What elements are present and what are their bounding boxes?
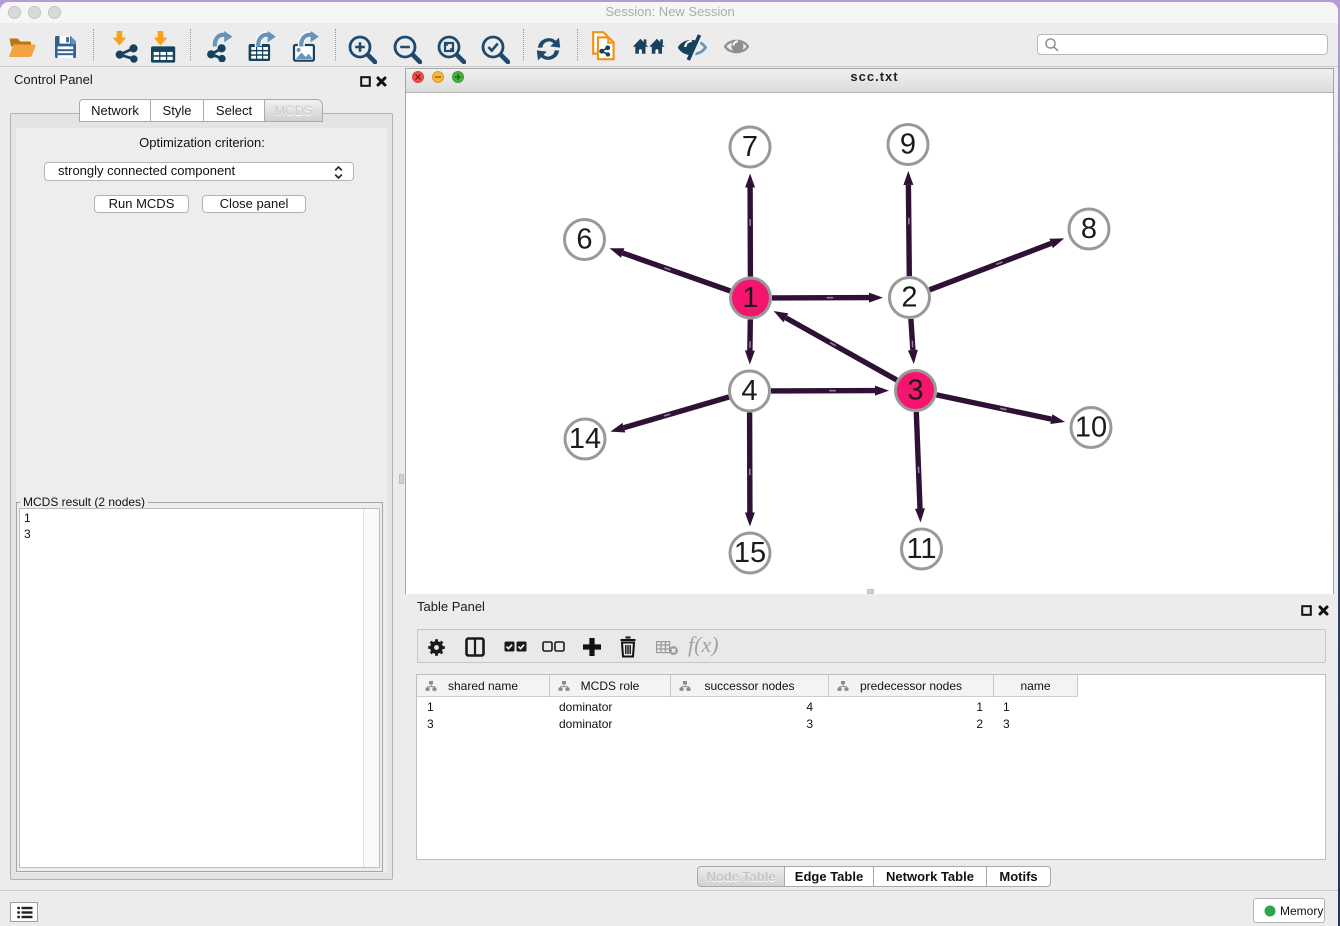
svg-text:3: 3 bbox=[907, 375, 923, 407]
svg-text:4: 4 bbox=[741, 375, 757, 407]
svg-text:6: 6 bbox=[576, 224, 592, 256]
svg-text:1: 1 bbox=[742, 282, 758, 314]
svg-text:9: 9 bbox=[900, 129, 916, 161]
svg-text:8: 8 bbox=[1081, 213, 1097, 245]
svg-text:15: 15 bbox=[734, 537, 766, 569]
svg-text:2: 2 bbox=[901, 282, 917, 314]
svg-text:7: 7 bbox=[742, 131, 758, 163]
svg-text:10: 10 bbox=[1075, 412, 1107, 444]
svg-text:14: 14 bbox=[569, 423, 601, 455]
svg-text:11: 11 bbox=[906, 533, 936, 565]
